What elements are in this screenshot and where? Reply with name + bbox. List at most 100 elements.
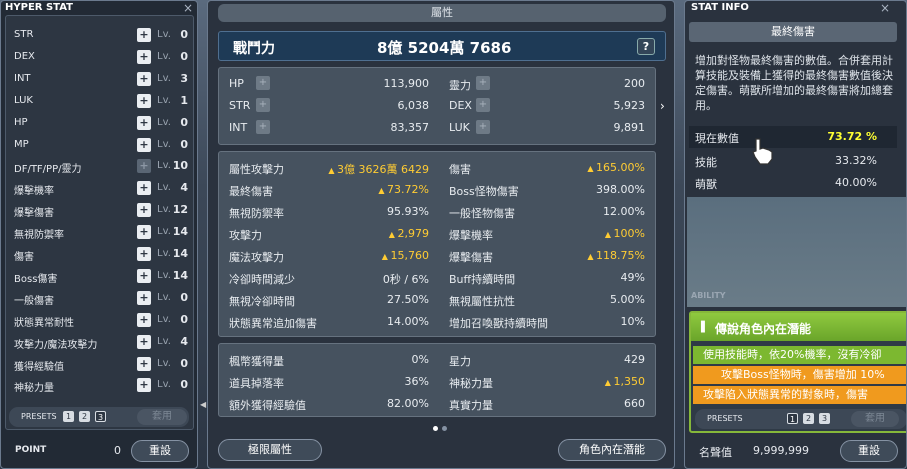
stat-name: 道具掉落率: [229, 377, 284, 390]
close-icon[interactable]: ×: [183, 1, 193, 15]
hyper-stat-row: Boss傷害 + Lv. 14: [6, 266, 195, 288]
other-stats: 楓幣獲得量 0% 道具掉落率 36% 額外獲得經驗值 82.00% 星力 429 神秘力量 ▲ 1…: [218, 343, 656, 417]
stat-name: 爆擊機率: [449, 229, 493, 242]
stat-value-text: 200: [624, 77, 645, 90]
plus-icon[interactable]: +: [256, 76, 270, 90]
plus-icon[interactable]: +: [137, 93, 151, 108]
apply-button[interactable]: 套用: [851, 411, 899, 427]
plus-icon[interactable]: +: [137, 115, 151, 130]
plus-icon[interactable]: +: [476, 98, 490, 112]
stat-row: Boss怪物傷害 398.00%: [449, 180, 645, 200]
preset-3-button[interactable]: 3: [95, 411, 106, 422]
stat-value-text: 10%: [620, 315, 645, 328]
stat-value-text: 2,979: [397, 227, 430, 240]
stat-info-title: STAT INFO: [691, 2, 749, 13]
game-screen: HYPER STAT × STR + Lv. 0 DEX + Lv. 0 INT + Lv. 3 LUK…: [0, 0, 907, 469]
stat-row: 道具掉落率 36%: [229, 372, 429, 392]
plus-icon[interactable]: +: [476, 120, 490, 134]
hyper-stat-level: 0: [180, 356, 188, 370]
combat-power-value: 8億 5204萬 7686: [377, 39, 512, 57]
apply-button[interactable]: 套用: [137, 409, 187, 425]
preset-3-button[interactable]: 3: [819, 413, 830, 424]
stat-row: INT +83,357: [229, 118, 429, 138]
stat-row: 增加召喚獸持續時間 10%: [449, 312, 645, 332]
plus-icon[interactable]: +: [256, 98, 270, 112]
stat-info-window: STAT INFO × 最終傷害 增加對怪物最終傷害的數值。合併套用計算技能及裝…: [684, 0, 907, 469]
preset-2-button[interactable]: 2: [803, 413, 814, 424]
stat-name: 無視冷卻時間: [229, 295, 295, 308]
hyper-stat-label: 狀態異常耐性: [14, 317, 74, 329]
help-icon[interactable]: ?: [637, 38, 655, 55]
stat-value: 5,923: [614, 99, 646, 112]
point-value: 0: [114, 444, 121, 457]
preset-1-button[interactable]: 1: [787, 413, 798, 424]
point-label: POINT: [15, 445, 47, 455]
stat-row: 攻擊力 ▲ 2,979: [229, 224, 429, 244]
plus-icon[interactable]: +: [137, 71, 151, 86]
hyper-stat-level: 0: [180, 28, 188, 41]
close-icon[interactable]: ×: [880, 1, 890, 15]
plus-icon: +: [137, 159, 151, 174]
hyper-stat-level: 0: [180, 49, 188, 63]
stat-name: 無視防禦率: [229, 207, 284, 220]
stat-value: 113,900: [384, 77, 430, 90]
stat-row: LUK +9,891: [449, 118, 645, 138]
plus-icon[interactable]: +: [137, 137, 151, 152]
stat-name: 屬性攻擊力: [229, 163, 284, 176]
plus-icon[interactable]: +: [256, 120, 270, 134]
plus-icon[interactable]: +: [137, 247, 151, 261]
hyper-stat-row: HP + Lv. 0: [6, 113, 195, 135]
level-label: Lv.: [157, 291, 171, 303]
plus-icon[interactable]: +: [137, 378, 151, 393]
stat-value: 0秒 / 6%: [383, 271, 429, 287]
hyper-stat-level: 0: [180, 312, 188, 326]
collapse-arrow-icon[interactable]: ◀: [200, 400, 208, 410]
ability-presets-bar: PRESETS 1 2 3 套用: [695, 409, 906, 429]
hyper-stat-label: 獲得經驗值: [14, 361, 64, 373]
stat-row: 屬性攻擊力 ▲ 3億 3626萬 6429: [229, 158, 429, 178]
plus-icon[interactable]: +: [137, 28, 151, 42]
stat-value-text: 0秒 / 6%: [382, 273, 429, 286]
plus-icon[interactable]: +: [137, 356, 151, 371]
stat-value-text: 15,760: [390, 249, 430, 262]
preset-2-button[interactable]: 2: [79, 411, 90, 422]
stat-value-text: 95.93%: [387, 205, 429, 218]
stat-value: 14.00%: [387, 315, 429, 328]
plus-icon[interactable]: +: [137, 49, 151, 64]
hyper-stat-row: STR + Lv. 0: [6, 25, 195, 47]
hyper-stat-button[interactable]: 極限屬性: [218, 439, 322, 461]
plus-icon[interactable]: +: [137, 290, 151, 305]
skill-value-row: 技能 33.32%: [689, 150, 897, 172]
stat-value-text: 5.00%: [610, 293, 645, 306]
level-label: Lv.: [157, 138, 171, 150]
plus-icon[interactable]: +: [137, 312, 151, 327]
preset-1-button[interactable]: 1: [63, 411, 74, 422]
stat-value-text: 73.72%: [387, 183, 429, 196]
plus-icon[interactable]: +: [137, 181, 151, 196]
hyper-presets-bar: PRESETS 1 2 3 套用: [9, 407, 189, 427]
stat-name: Buff持續時間: [449, 273, 516, 286]
reset-button[interactable]: 重設: [840, 440, 898, 462]
plus-icon[interactable]: +: [137, 334, 151, 349]
next-page-icon[interactable]: ›: [660, 99, 665, 113]
stat-row: 爆擊傷害 ▲ 118.75%: [449, 246, 645, 266]
page-indicator: [433, 421, 451, 434]
stat-value: 49%: [621, 271, 645, 284]
plus-icon[interactable]: +: [137, 203, 151, 218]
reset-button[interactable]: 重設: [131, 440, 189, 462]
plus-icon[interactable]: +: [137, 268, 151, 283]
page-dot-1[interactable]: [433, 426, 438, 431]
hyper-stat-row: 狀態異常耐性 + Lv. 0: [6, 310, 195, 332]
stat-row: 無視防禦率 95.93%: [229, 202, 429, 222]
page-dot-2[interactable]: [442, 426, 447, 431]
plus-icon[interactable]: +: [476, 76, 490, 90]
stat-name: 一般怪物傷害: [449, 207, 515, 220]
inner-ability-panel: ▌ 傳說角色內在潛能 使用技能時，依20%機率，沒有冷卻 攻擊Boss怪物時，傷…: [689, 311, 906, 433]
plus-icon[interactable]: +: [137, 225, 151, 240]
inner-ability-button[interactable]: 角色內在潛能: [558, 439, 666, 461]
level-label: Lv.: [157, 248, 171, 259]
hyper-stat-label: DF/TF/PP/靈力: [14, 164, 82, 176]
level-label: Lv.: [157, 226, 171, 238]
stat-row: 狀態異常追加傷害 14.00%: [229, 312, 429, 332]
hyper-stat-level: 3: [180, 71, 188, 85]
